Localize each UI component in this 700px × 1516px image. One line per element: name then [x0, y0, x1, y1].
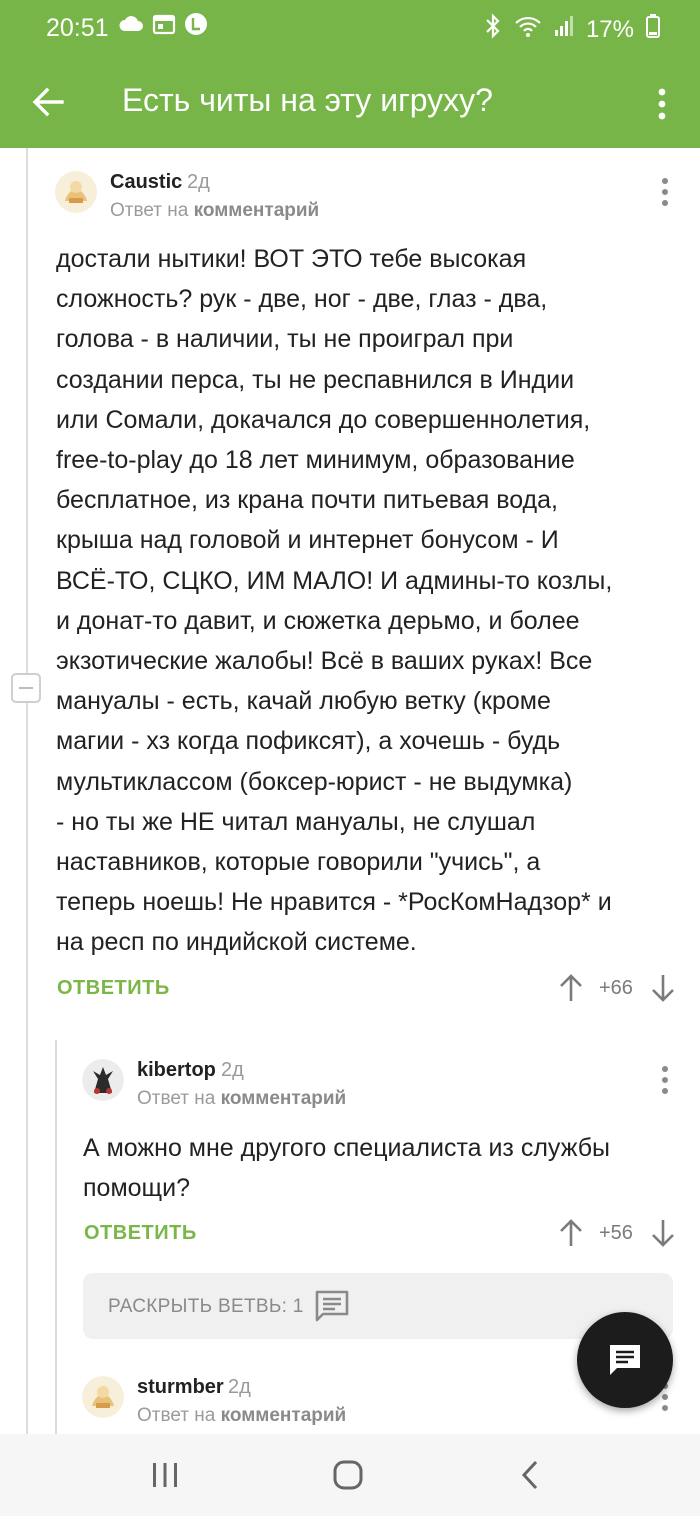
wifi-icon: [514, 14, 542, 45]
battery-icon: [646, 14, 660, 45]
comment-username[interactable]: kibertop: [137, 1059, 216, 1082]
expand-branch-label: РАСКРЫТЬ ВЕТВЬ: 1: [108, 1296, 304, 1317]
comment-time: 2д: [221, 1059, 244, 1081]
comment-menu-icon[interactable]: [653, 1063, 677, 1097]
avatar[interactable]: [55, 171, 97, 213]
avatar[interactable]: [82, 1059, 124, 1101]
status-time: 20:51: [46, 14, 109, 42]
comment-score: +56: [599, 1222, 633, 1244]
signal-icon: [554, 15, 574, 44]
reply-target-link[interactable]: комментарий: [194, 200, 320, 221]
reply-info: Ответ на комментарий: [137, 1405, 347, 1426]
top-bar: 20:51 17% Есть читы на эту игруху?: [0, 0, 700, 148]
reply-info: Ответ на комментарий: [110, 200, 320, 221]
comment-text: А можно мне другого специалиста из служб…: [83, 1134, 610, 1203]
cloud-icon: [118, 14, 144, 39]
back-icon[interactable]: [517, 1458, 543, 1492]
collapse-thread-button[interactable]: [11, 673, 41, 703]
comment-icon: [314, 1289, 350, 1323]
system-nav-bar: [0, 1434, 700, 1516]
comment-time: 2д: [228, 1376, 251, 1398]
reply-info: Ответ на комментарий: [137, 1088, 347, 1109]
comment-username[interactable]: Caustic: [110, 171, 182, 194]
arrow-up-icon[interactable]: [558, 1218, 584, 1248]
thread-line: [26, 148, 28, 673]
more-vert-icon[interactable]: [650, 84, 674, 124]
arrow-back-icon[interactable]: [30, 84, 66, 120]
reply-button[interactable]: ОТВЕТИТЬ: [84, 1222, 197, 1245]
reply-button[interactable]: ОТВЕТИТЬ: [57, 977, 170, 1000]
arrow-down-icon[interactable]: [650, 973, 676, 1003]
reply-target-link[interactable]: комментарий: [221, 1088, 347, 1109]
arrow-down-icon[interactable]: [650, 1218, 676, 1248]
thread-line-nested: [55, 1040, 57, 1434]
home-icon[interactable]: [332, 1458, 364, 1492]
recents-icon[interactable]: [150, 1458, 180, 1492]
bluetooth-icon: [484, 13, 502, 46]
status-bar: 20:51 17%: [0, 0, 700, 58]
comment-score: +66: [599, 977, 633, 999]
page-title: Есть читы на эту игруху?: [122, 82, 493, 118]
app-bar: Есть читы на эту игруху?: [0, 58, 700, 148]
avatar[interactable]: [82, 1376, 124, 1418]
notification-l-icon: [184, 12, 208, 41]
battery-percent: 17%: [585, 15, 634, 43]
comment-time: 2д: [187, 171, 210, 193]
reply-target-link[interactable]: комментарий: [221, 1405, 347, 1426]
comment-username[interactable]: sturmber: [137, 1376, 224, 1399]
write-comment-fab[interactable]: [577, 1312, 673, 1408]
expand-branch-button[interactable]: РАСКРЫТЬ ВЕТВЬ: 1: [83, 1273, 673, 1339]
comment-menu-icon[interactable]: [653, 175, 677, 209]
arrow-up-icon[interactable]: [558, 973, 584, 1003]
comment-text: достали нытики! ВОТ ЭТО тебе высокая сло…: [56, 245, 613, 957]
thread-line: [26, 703, 28, 1434]
calendar-icon: [152, 13, 176, 40]
